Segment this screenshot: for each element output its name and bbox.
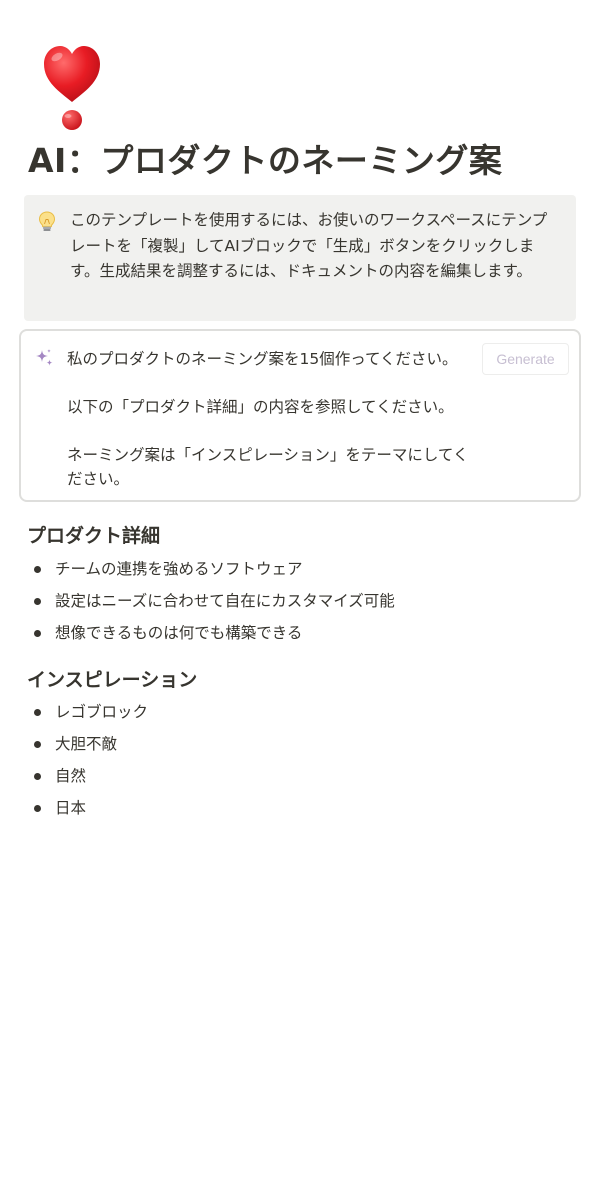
list-item: 日本: [27, 792, 148, 824]
callout-block: このテンプレートを使用するには、お使いのワークスペースにテンプレートを「複製」し…: [24, 195, 576, 321]
section-heading-inspiration: インスピレーション: [27, 669, 198, 691]
list-item: 自然: [27, 760, 148, 792]
ai-block[interactable]: 私のプロダクトのネーミング案を15個作ってください。 以下の「プロダクト詳細」の…: [19, 329, 581, 502]
ai-prompt-line: ネーミング案は「インスピレーション」をテーマにしてください。: [67, 446, 469, 488]
page-title: AI：プロダクトのネーミング案: [28, 141, 503, 180]
bullet-dot: [34, 709, 41, 716]
list-item: 設定はニーズに合わせて自在にカスタマイズ可能: [27, 585, 395, 617]
ai-prompt-line: 以下の「プロダクト詳細」の内容を参照してください。: [67, 398, 454, 416]
product-details-list: チームの連携を強めるソフトウェア 設定はニーズに合わせて自在にカスタマイズ可能 …: [27, 553, 395, 649]
bullet-dot: [34, 566, 41, 573]
list-item: 想像できるものは何でも構築できる: [27, 617, 395, 649]
generate-button[interactable]: Generate: [482, 343, 569, 375]
bullet-dot: [34, 773, 41, 780]
lightbulb-icon: [38, 211, 56, 233]
inspiration-list: レゴブロック 大胆不敵 自然 日本: [27, 696, 148, 824]
bullet-dot: [34, 630, 41, 637]
list-item: 大胆不敵: [27, 728, 148, 760]
section-heading-product-details: プロダクト詳細: [27, 525, 161, 547]
list-item: チームの連携を強めるソフトウェア: [27, 553, 395, 585]
bullet-dot: [34, 741, 41, 748]
bullet-dot: [34, 598, 41, 605]
ai-prompt[interactable]: 私のプロダクトのネーミング案を15個作ってください。 以下の「プロダクト詳細」の…: [67, 347, 477, 491]
sparkle-icon: [33, 347, 55, 369]
heavy-heart-exclamation-icon[interactable]: [40, 44, 104, 134]
ai-prompt-line: 私のプロダクトのネーミング案を15個作ってください。: [67, 350, 458, 368]
callout-text: このテンプレートを使用するには、お使いのワークスペースにテンプレートを「複製」し…: [70, 211, 548, 280]
list-item: レゴブロック: [27, 696, 148, 728]
bullet-dot: [34, 805, 41, 812]
